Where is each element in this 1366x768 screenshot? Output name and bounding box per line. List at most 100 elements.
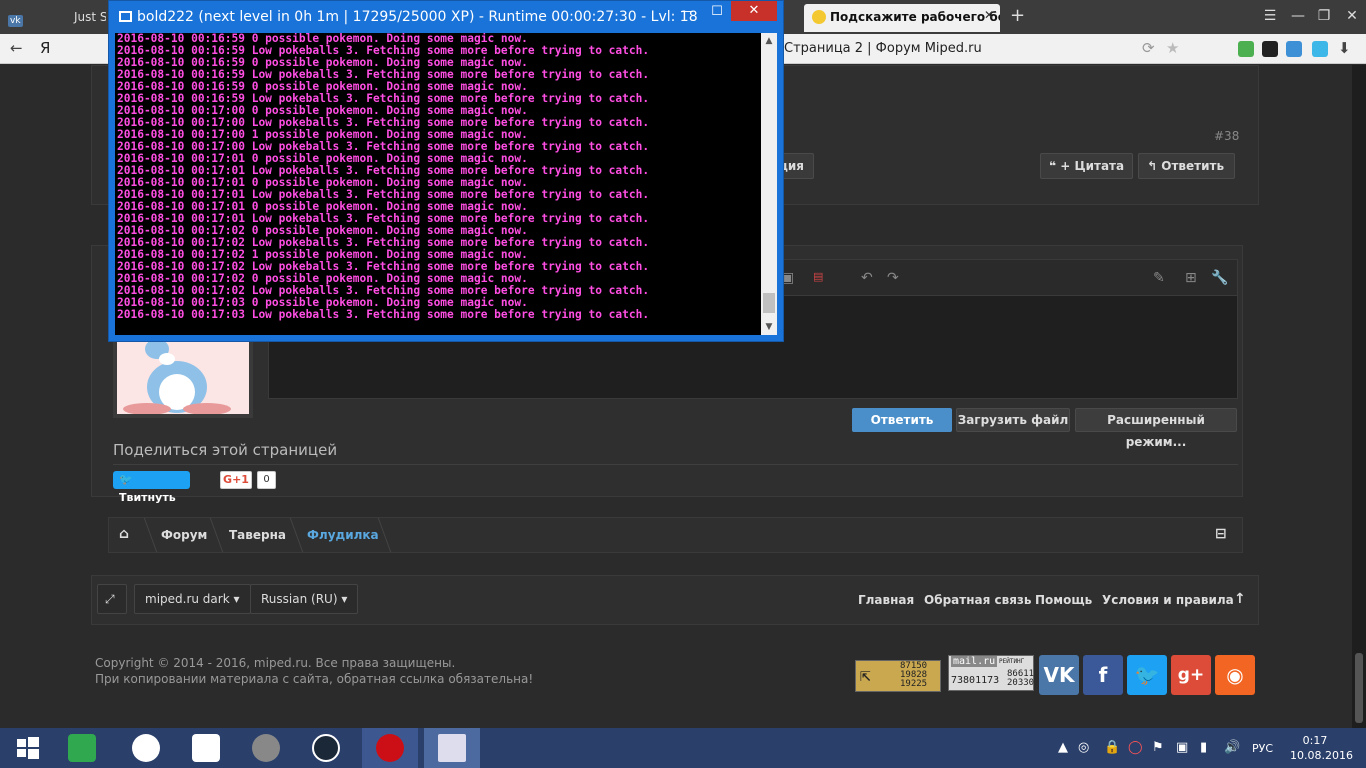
- yandex-browser-icon: [132, 734, 160, 762]
- taskbar-lock-app[interactable]: [238, 728, 294, 768]
- console-maximize-button[interactable]: ☐: [703, 1, 731, 23]
- tray-steam-icon[interactable]: ◎: [1078, 740, 1089, 755]
- page-title-text[interactable]: Страница 2 | Форум Miped.ru: [784, 41, 982, 56]
- browser-menu-icon[interactable]: ☰: [1258, 6, 1282, 26]
- language-selector-label: Russian (RU): [261, 592, 338, 606]
- page-scrollbar[interactable]: [1352, 65, 1366, 728]
- new-tab-button[interactable]: +: [1010, 5, 1025, 26]
- insert-icon[interactable]: ⊞: [1185, 270, 1197, 286]
- rss-icon[interactable]: ◉: [1215, 655, 1255, 695]
- tray-opera-icon[interactable]: ◯: [1128, 740, 1143, 755]
- footer-bar: ⤢ miped.ru dark ▾ Russian (RU) ▾ Главная…: [91, 575, 1259, 625]
- breadcrumb-flood[interactable]: Флудилка: [307, 528, 379, 542]
- submit-reply-button[interactable]: Ответить: [852, 408, 952, 432]
- taskbar-opera[interactable]: [362, 728, 418, 768]
- vk-button[interactable]: VK: [1039, 655, 1079, 695]
- back-button[interactable]: ←: [10, 39, 23, 57]
- footer-link-home[interactable]: Главная: [858, 593, 914, 607]
- console-line: 2016-08-10 00:17:03 Low pokeballs 3. Fet…: [117, 308, 650, 321]
- yandex-app-icon: [192, 734, 220, 762]
- undo-icon[interactable]: ↶: [861, 270, 873, 286]
- reply-post-button[interactable]: ↰ Ответить: [1138, 153, 1235, 179]
- tray-app-icon[interactable]: ▣: [1176, 740, 1188, 755]
- extension-4-icon[interactable]: [1312, 41, 1328, 57]
- console-output[interactable]: 2016-08-10 00:16:59 0 possible pokemon. …: [115, 33, 761, 335]
- bookmark-star-icon[interactable]: ★: [1166, 39, 1179, 57]
- taskbar-yandex[interactable]: [178, 728, 234, 768]
- reload-icon[interactable]: ⟳: [1142, 39, 1155, 57]
- google-plus-icon[interactable]: g+: [1171, 655, 1211, 695]
- liveinternet-counter[interactable]: ⇱ 87150 19828 19225: [855, 660, 941, 692]
- page-scrollbar-thumb[interactable]: [1355, 653, 1363, 723]
- browser-close-icon[interactable]: ✕: [1340, 6, 1364, 26]
- tab-active-label: Подскажите рабочего бо: [830, 10, 1000, 24]
- avatar: [113, 333, 253, 418]
- breadcrumb: ⌂ Форум Таверна Флудилка ⊟: [108, 517, 1243, 553]
- tab-active[interactable]: Подскажите рабочего бо: [804, 4, 1000, 32]
- share-divider: [113, 464, 1238, 465]
- start-button[interactable]: [0, 728, 56, 768]
- wrench-icon[interactable]: 🔧: [1211, 270, 1228, 286]
- console-scroll-down-icon[interactable]: ▼: [761, 319, 777, 335]
- footer-link-feedback[interactable]: Обратная связь: [924, 593, 1031, 607]
- console-app-icon: [119, 11, 132, 22]
- footer-link-terms[interactable]: Условия и правила: [1102, 593, 1234, 607]
- vk-tab-icon[interactable]: vk: [0, 6, 30, 34]
- console-minimize-button[interactable]: —: [673, 1, 701, 23]
- console-titlebar[interactable]: bold222 (next level in 0h 1m | 17295/250…: [109, 1, 783, 33]
- footer-link-help[interactable]: Помощь: [1035, 593, 1092, 607]
- browser-restore-icon[interactable]: ❐: [1312, 6, 1336, 26]
- redo-icon[interactable]: ↷: [887, 270, 899, 286]
- console-scroll-up-icon[interactable]: ▲: [761, 33, 777, 49]
- console-scrollbar-thumb[interactable]: [763, 293, 775, 313]
- home-icon[interactable]: ⌂: [119, 526, 129, 542]
- twitter-icon[interactable]: 🐦: [1127, 655, 1167, 695]
- tweet-label: Твитнуть: [119, 491, 176, 504]
- facebook-icon[interactable]: f: [1083, 655, 1123, 695]
- extension-1-icon[interactable]: [1238, 41, 1254, 57]
- extension-3-icon[interactable]: [1286, 41, 1302, 57]
- browser-minimize-icon[interactable]: —: [1286, 6, 1310, 26]
- console-window[interactable]: bold222 (next level in 0h 1m | 17295/250…: [108, 0, 784, 342]
- tab-just[interactable]: Just S: [66, 4, 106, 32]
- taskbar-clock[interactable]: 0:17 10.08.2016: [1290, 733, 1353, 763]
- fullscreen-icon[interactable]: ⤢: [97, 584, 127, 614]
- console-title: bold222 (next level in 0h 1m | 17295/250…: [137, 9, 697, 25]
- downloads-icon[interactable]: ⬇: [1338, 39, 1351, 57]
- style-selector[interactable]: miped.ru dark ▾: [134, 584, 251, 614]
- twitter-bird-icon: 🐦: [119, 473, 133, 486]
- breadcrumb-forum[interactable]: Форум: [161, 528, 207, 542]
- quote-button[interactable]: ❝ + Цитата: [1040, 153, 1133, 179]
- eraser-icon[interactable]: ✎: [1153, 270, 1165, 286]
- taskbar-steam[interactable]: [298, 728, 354, 768]
- extension-2-icon[interactable]: [1262, 41, 1278, 57]
- console-close-button[interactable]: ✕: [731, 1, 777, 21]
- gplus-button[interactable]: G+1: [220, 471, 252, 489]
- taskbar-console[interactable]: [424, 728, 480, 768]
- sitemap-icon[interactable]: ⊟: [1215, 526, 1227, 542]
- tweet-button[interactable]: 🐦 Твитнуть: [113, 471, 190, 504]
- taskbar-yandex-browser[interactable]: [118, 728, 174, 768]
- source-mode-icon[interactable]: ▤: [813, 270, 823, 283]
- console-scrollbar[interactable]: ▲ ▼: [761, 33, 777, 335]
- mailru-rating: 73801173: [951, 675, 1000, 686]
- mailru-counter[interactable]: mail.ru РЕЙТИНГ 73801173 86611 20330: [948, 655, 1034, 691]
- breadcrumb-tavern[interactable]: Таверна: [229, 528, 286, 542]
- tray-network-icon[interactable]: ▮: [1200, 740, 1207, 755]
- yandex-icon[interactable]: Я: [40, 39, 50, 57]
- tab-close-icon[interactable]: ✕: [984, 8, 994, 22]
- tray-lock-icon[interactable]: 🔒: [1104, 740, 1120, 755]
- tray-language[interactable]: РУС: [1252, 742, 1273, 755]
- taskbar-store[interactable]: [54, 728, 110, 768]
- counter-arrow-icon: ⇱: [860, 665, 871, 686]
- post-number[interactable]: #38: [1214, 129, 1239, 143]
- copyright-line-2: При копировании материала с сайта, обрат…: [95, 672, 534, 686]
- language-selector[interactable]: Russian (RU) ▾: [250, 584, 359, 614]
- advanced-mode-button[interactable]: Расширенный режим...: [1075, 408, 1237, 449]
- scroll-top-icon[interactable]: ↑: [1234, 591, 1246, 607]
- tray-flag-icon[interactable]: ⚑: [1152, 740, 1164, 755]
- tray-chevron-icon[interactable]: ▲: [1058, 740, 1068, 755]
- copyright: Copyright © 2014 - 2016, miped.ru. Все п…: [95, 655, 533, 687]
- tray-volume-icon[interactable]: 🔊: [1224, 740, 1240, 755]
- upload-file-button[interactable]: Загрузить файл: [956, 408, 1070, 432]
